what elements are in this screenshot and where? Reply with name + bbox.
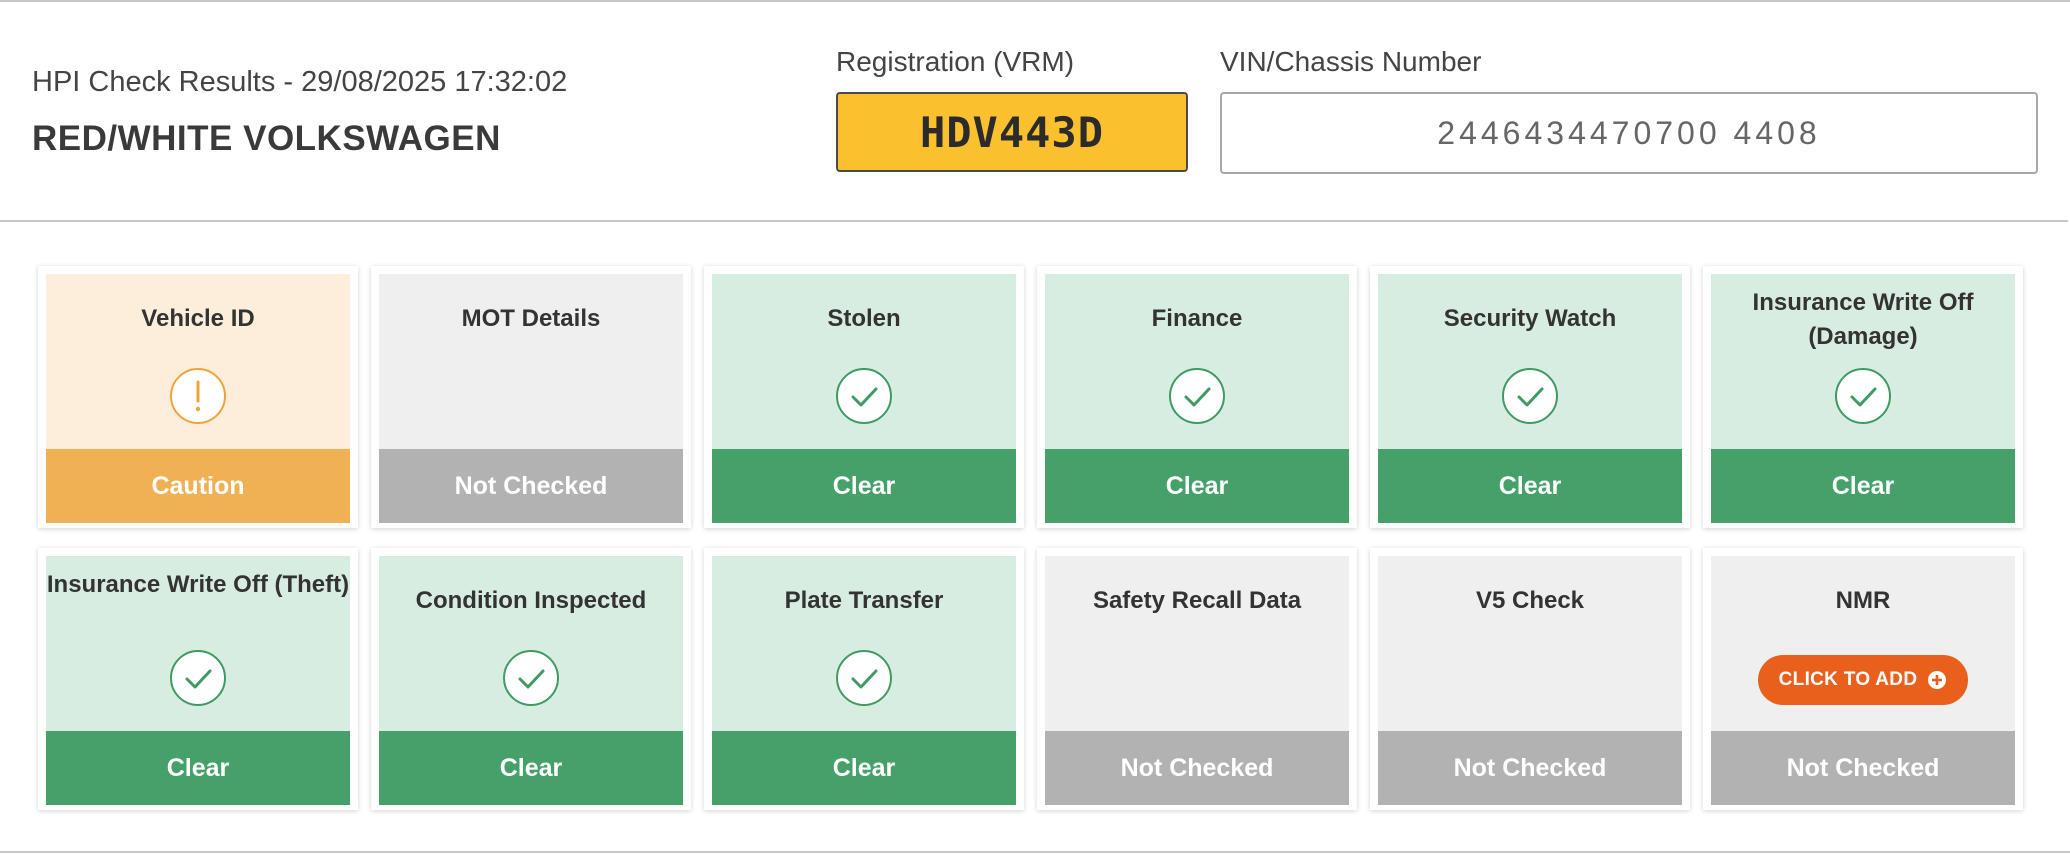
card-title: Insurance Write Off (Damage) xyxy=(1752,289,1974,350)
card-status: Clear xyxy=(712,449,1016,523)
vehicle-title: RED/WHITE VOLKSWAGEN xyxy=(32,119,501,158)
check-card-plate-transfer: Plate Transfer Clear xyxy=(704,548,1024,810)
vin-field: 2446434470700 4408 xyxy=(1220,92,2038,174)
card-title: MOT Details xyxy=(461,305,601,332)
click-to-add-button[interactable]: CLICK TO ADD xyxy=(1758,655,1968,705)
top-divider xyxy=(0,0,2070,2)
card-status: Clear xyxy=(46,731,350,805)
header-divider xyxy=(0,220,2068,222)
check-icon xyxy=(836,368,892,424)
card-body: Insurance Write Off (Damage) xyxy=(1711,274,2015,449)
card-title: Security Watch xyxy=(1443,305,1617,332)
card-status: Clear xyxy=(1045,449,1349,523)
card-title: Plate Transfer xyxy=(784,587,944,614)
check-card-safety-recall-data: Safety Recall Data Not Checked xyxy=(1037,548,1357,810)
card-status: Clear xyxy=(712,731,1016,805)
check-card-stolen: Stolen Clear xyxy=(704,266,1024,528)
card-body: NMR CLICK TO ADD xyxy=(1711,556,2015,731)
check-card-finance: Finance Clear xyxy=(1037,266,1357,528)
check-icon xyxy=(503,650,559,706)
results-timestamp: HPI Check Results - 29/08/2025 17:32:02 xyxy=(32,66,568,98)
check-card-v5-check: V5 Check Not Checked xyxy=(1370,548,1690,810)
card-status: Clear xyxy=(379,731,683,805)
registration-plate: HDV443D xyxy=(836,92,1188,172)
check-icon xyxy=(170,650,226,706)
card-status: Not Checked xyxy=(1711,731,2015,805)
card-title: Insurance Write Off (Theft) xyxy=(46,571,350,598)
check-card-insurance-write-off-theft: Insurance Write Off (Theft) Clear xyxy=(38,548,358,810)
card-body: Vehicle ID xyxy=(46,274,350,449)
check-card-security-watch: Security Watch Clear xyxy=(1370,266,1690,528)
check-card-insurance-write-off-damage: Insurance Write Off (Damage) Clear xyxy=(1703,266,2023,528)
registration-label: Registration (VRM) xyxy=(836,46,1075,77)
card-status: Not Checked xyxy=(379,449,683,523)
card-body: Security Watch xyxy=(1378,274,1682,449)
card-title: Stolen xyxy=(827,305,901,332)
bottom-divider xyxy=(0,851,2070,853)
card-body: MOT Details xyxy=(379,274,683,449)
check-grid: Vehicle ID Caution MOT Details Not Check… xyxy=(38,266,2023,810)
click-to-add-label: CLICK TO ADD xyxy=(1778,669,1918,690)
plus-circle-icon xyxy=(1928,671,1947,689)
card-body: Stolen xyxy=(712,274,1016,449)
card-title: Condition Inspected xyxy=(415,587,647,614)
check-icon xyxy=(1502,368,1558,424)
check-icon xyxy=(1835,368,1891,424)
card-body: Safety Recall Data xyxy=(1045,556,1349,731)
check-icon xyxy=(836,650,892,706)
card-body: Insurance Write Off (Theft) xyxy=(46,556,350,731)
card-body: V5 Check xyxy=(1378,556,1682,731)
exclamation-icon xyxy=(170,368,226,424)
check-card-mot-details: MOT Details Not Checked xyxy=(371,266,691,528)
report-header: HPI Check Results - 29/08/2025 17:32:02 … xyxy=(32,66,567,159)
check-icon xyxy=(1169,368,1225,424)
card-status: Not Checked xyxy=(1378,731,1682,805)
check-card-nmr: NMR CLICK TO ADD Not Checked xyxy=(1703,548,2023,810)
card-body: Finance xyxy=(1045,274,1349,449)
card-status: Not Checked xyxy=(1045,731,1349,805)
card-body: Plate Transfer xyxy=(712,556,1016,731)
card-title: Vehicle ID xyxy=(141,305,255,332)
check-card-condition-inspected: Condition Inspected Clear xyxy=(371,548,691,810)
card-status: Caution xyxy=(46,449,350,523)
card-title: Safety Recall Data xyxy=(1092,587,1302,614)
vin-label: VIN/Chassis Number xyxy=(1220,46,1482,77)
card-body: Condition Inspected xyxy=(379,556,683,731)
card-title: Finance xyxy=(1151,305,1243,332)
card-title: V5 Check xyxy=(1475,587,1585,614)
check-card-vehicle-id: Vehicle ID Caution xyxy=(38,266,358,528)
card-status: Clear xyxy=(1378,449,1682,523)
card-status: Clear xyxy=(1711,449,2015,523)
card-title: NMR xyxy=(1835,587,1891,614)
